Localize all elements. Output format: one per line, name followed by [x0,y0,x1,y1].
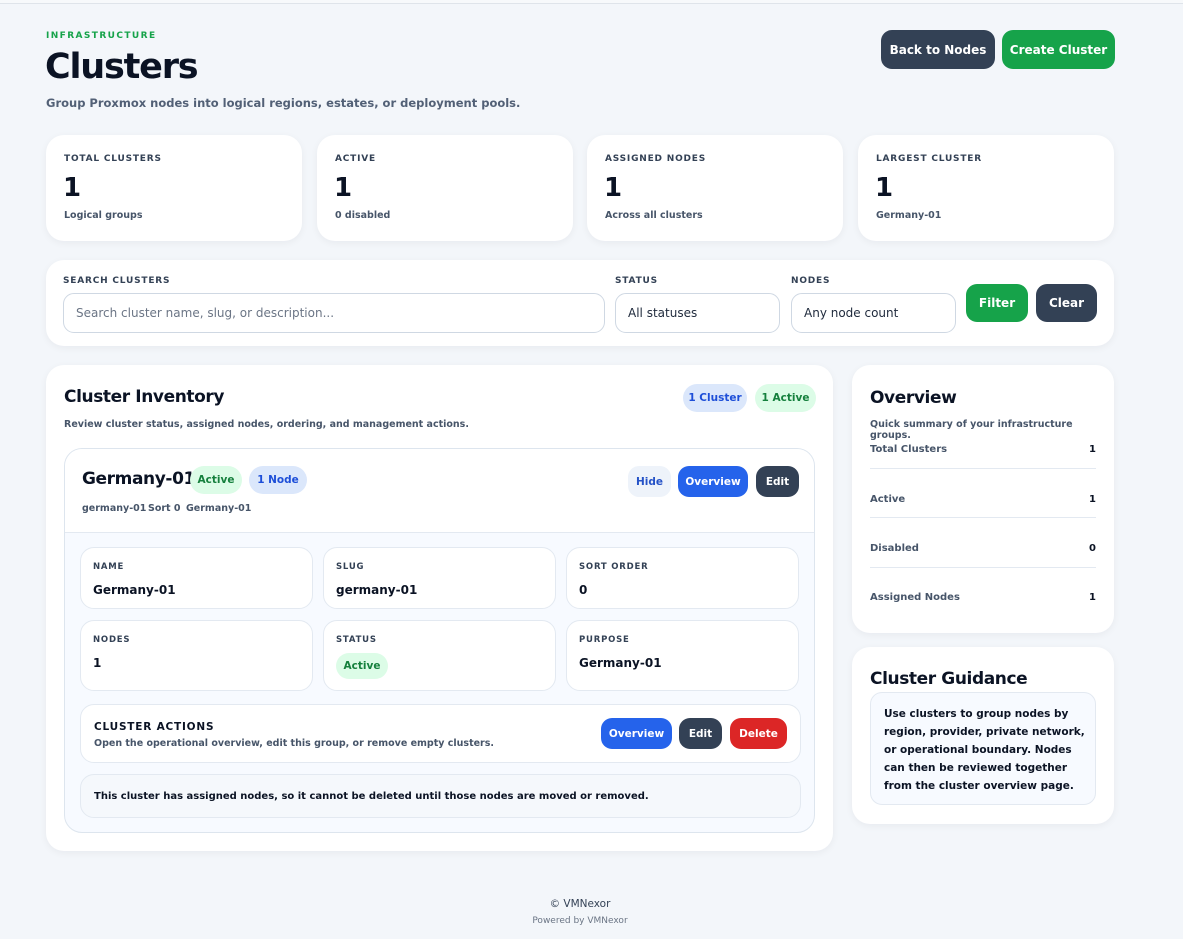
actions-overview-button[interactable]: Overview [601,718,672,749]
overview-row-disabled: Disabled 0 [870,543,1096,563]
overview-row-active: Active 1 [870,494,1096,514]
cluster-card: Germany-01 Active 1 Node germany-01 Sort… [64,448,815,833]
divider [870,567,1096,568]
filter-bar: SEARCH CLUSTERS Search cluster name, slu… [46,260,1114,346]
cluster-card-header: Germany-01 Active 1 Node germany-01 Sort… [65,449,814,533]
page-eyebrow: INFRASTRUCTURE [46,31,157,41]
delete-button[interactable]: Delete [730,718,787,749]
detail-label: NAME [93,562,125,572]
overview-row-label: Assigned Nodes [870,592,960,603]
stat-label: ASSIGNED NODES [605,154,707,164]
overview-title: Overview [870,388,957,408]
overview-row-assigned-nodes: Assigned Nodes 1 [870,592,1096,612]
stat-note: Across all clusters [605,210,703,221]
divider [870,468,1096,469]
cluster-sort-meta: Sort 0 [148,503,181,514]
detail-slug: SLUG germany-01 [323,547,556,609]
divider [870,517,1096,518]
stat-note: Germany-01 [876,210,942,221]
status-badge: Active [336,653,388,679]
cluster-guidance-panel: Cluster Guidance Use clusters to group n… [852,647,1114,824]
overview-row-label: Active [870,494,906,505]
guidance-title: Cluster Guidance [870,669,1028,689]
back-to-nodes-button[interactable]: Back to Nodes [881,30,995,69]
clear-button[interactable]: Clear [1036,284,1097,322]
active-count-pill: 1 Active [755,384,816,412]
overview-row-value: 0 [1089,543,1096,554]
stat-value: 1 [875,173,894,203]
page-subtitle: Group Proxmox nodes into logical regions… [46,96,521,110]
footer-copyright: © VMNexor [549,898,611,910]
nodes-select[interactable]: Any node count [791,293,956,333]
overview-row-label: Total Clusters [870,444,948,455]
detail-label: PURPOSE [579,635,630,645]
page-title: Clusters [45,47,199,87]
stat-value: 1 [334,173,353,203]
cluster-slug-meta: germany-01 [82,503,147,514]
stat-value: 1 [604,173,623,203]
guidance-box: Use clusters to group nodes by region, p… [870,692,1096,805]
footer-powered-by: Powered by VMNexor [532,916,628,926]
detail-status: STATUS Active [323,620,556,691]
cluster-inventory-panel: Cluster Inventory Review cluster status,… [46,365,833,851]
cluster-actions-title: CLUSTER ACTIONS [94,721,215,733]
stat-note: 0 disabled [335,210,391,221]
detail-nodes: NODES 1 [80,620,313,691]
top-border [0,0,1183,4]
detail-value: 0 [579,583,588,597]
filter-button[interactable]: Filter [966,284,1028,322]
overview-row-label: Disabled [870,543,919,554]
inventory-subtitle: Review cluster status, assigned nodes, o… [64,419,469,430]
node-count-badge: 1 Node [249,466,307,494]
detail-value: Germany-01 [579,656,662,670]
nodes-label: NODES [791,276,831,286]
overview-row-value: 1 [1089,494,1096,505]
stat-note: Logical groups [64,210,143,221]
overview-button[interactable]: Overview [678,466,748,497]
actions-edit-button[interactable]: Edit [679,718,722,749]
stat-card-largest-cluster: LARGEST CLUSTER 1 Germany-01 [858,135,1114,241]
detail-value: Germany-01 [93,583,176,597]
detail-label: NODES [93,635,131,645]
detail-sort-order: SORT ORDER 0 [566,547,799,609]
detail-label: SORT ORDER [579,562,649,572]
stat-card-assigned-nodes: ASSIGNED NODES 1 Across all clusters [587,135,843,241]
overview-row-value: 1 [1089,592,1096,603]
status-select[interactable]: All statuses [615,293,780,333]
overview-row-total-clusters: Total Clusters 1 [870,444,1096,464]
create-cluster-button[interactable]: Create Cluster [1002,30,1115,69]
stat-label: ACTIVE [335,154,376,164]
detail-value: germany-01 [336,583,418,597]
status-label: STATUS [615,276,658,286]
detail-name: NAME Germany-01 [80,547,313,609]
cluster-name: Germany-01 [82,469,195,489]
search-label: SEARCH CLUSTERS [63,276,171,286]
stat-label: TOTAL CLUSTERS [64,154,162,164]
edit-button[interactable]: Edit [756,466,799,497]
overview-row-value: 1 [1089,444,1096,455]
stat-card-active: ACTIVE 1 0 disabled [317,135,573,241]
overview-subtitle: Quick summary of your infrastructure gro… [870,419,1073,441]
search-input[interactable]: Search cluster name, slug, or descriptio… [63,293,605,333]
stat-card-total-clusters: TOTAL CLUSTERS 1 Logical groups [46,135,302,241]
cluster-actions-section: CLUSTER ACTIONS Open the operational ove… [80,704,801,763]
detail-value: 1 [93,656,102,670]
overview-panel: Overview Quick summary of your infrastru… [852,365,1114,633]
detail-purpose: PURPOSE Germany-01 [566,620,799,691]
hide-button[interactable]: Hide [628,466,671,497]
cluster-purpose-meta: Germany-01 [186,503,252,514]
detail-label: STATUS [336,635,377,645]
guidance-text: Use clusters to group nodes by region, p… [884,708,1085,792]
inventory-title: Cluster Inventory [64,387,225,407]
detail-label: SLUG [336,562,365,572]
delete-notice-text: This cluster has assigned nodes, so it c… [94,791,649,802]
delete-notice: This cluster has assigned nodes, so it c… [80,774,801,818]
cluster-count-pill: 1 Cluster [683,384,747,412]
cluster-actions-subtitle: Open the operational overview, edit this… [94,738,494,749]
status-badge: Active [190,466,242,494]
stat-value: 1 [63,173,82,203]
stat-label: LARGEST CLUSTER [876,154,982,164]
